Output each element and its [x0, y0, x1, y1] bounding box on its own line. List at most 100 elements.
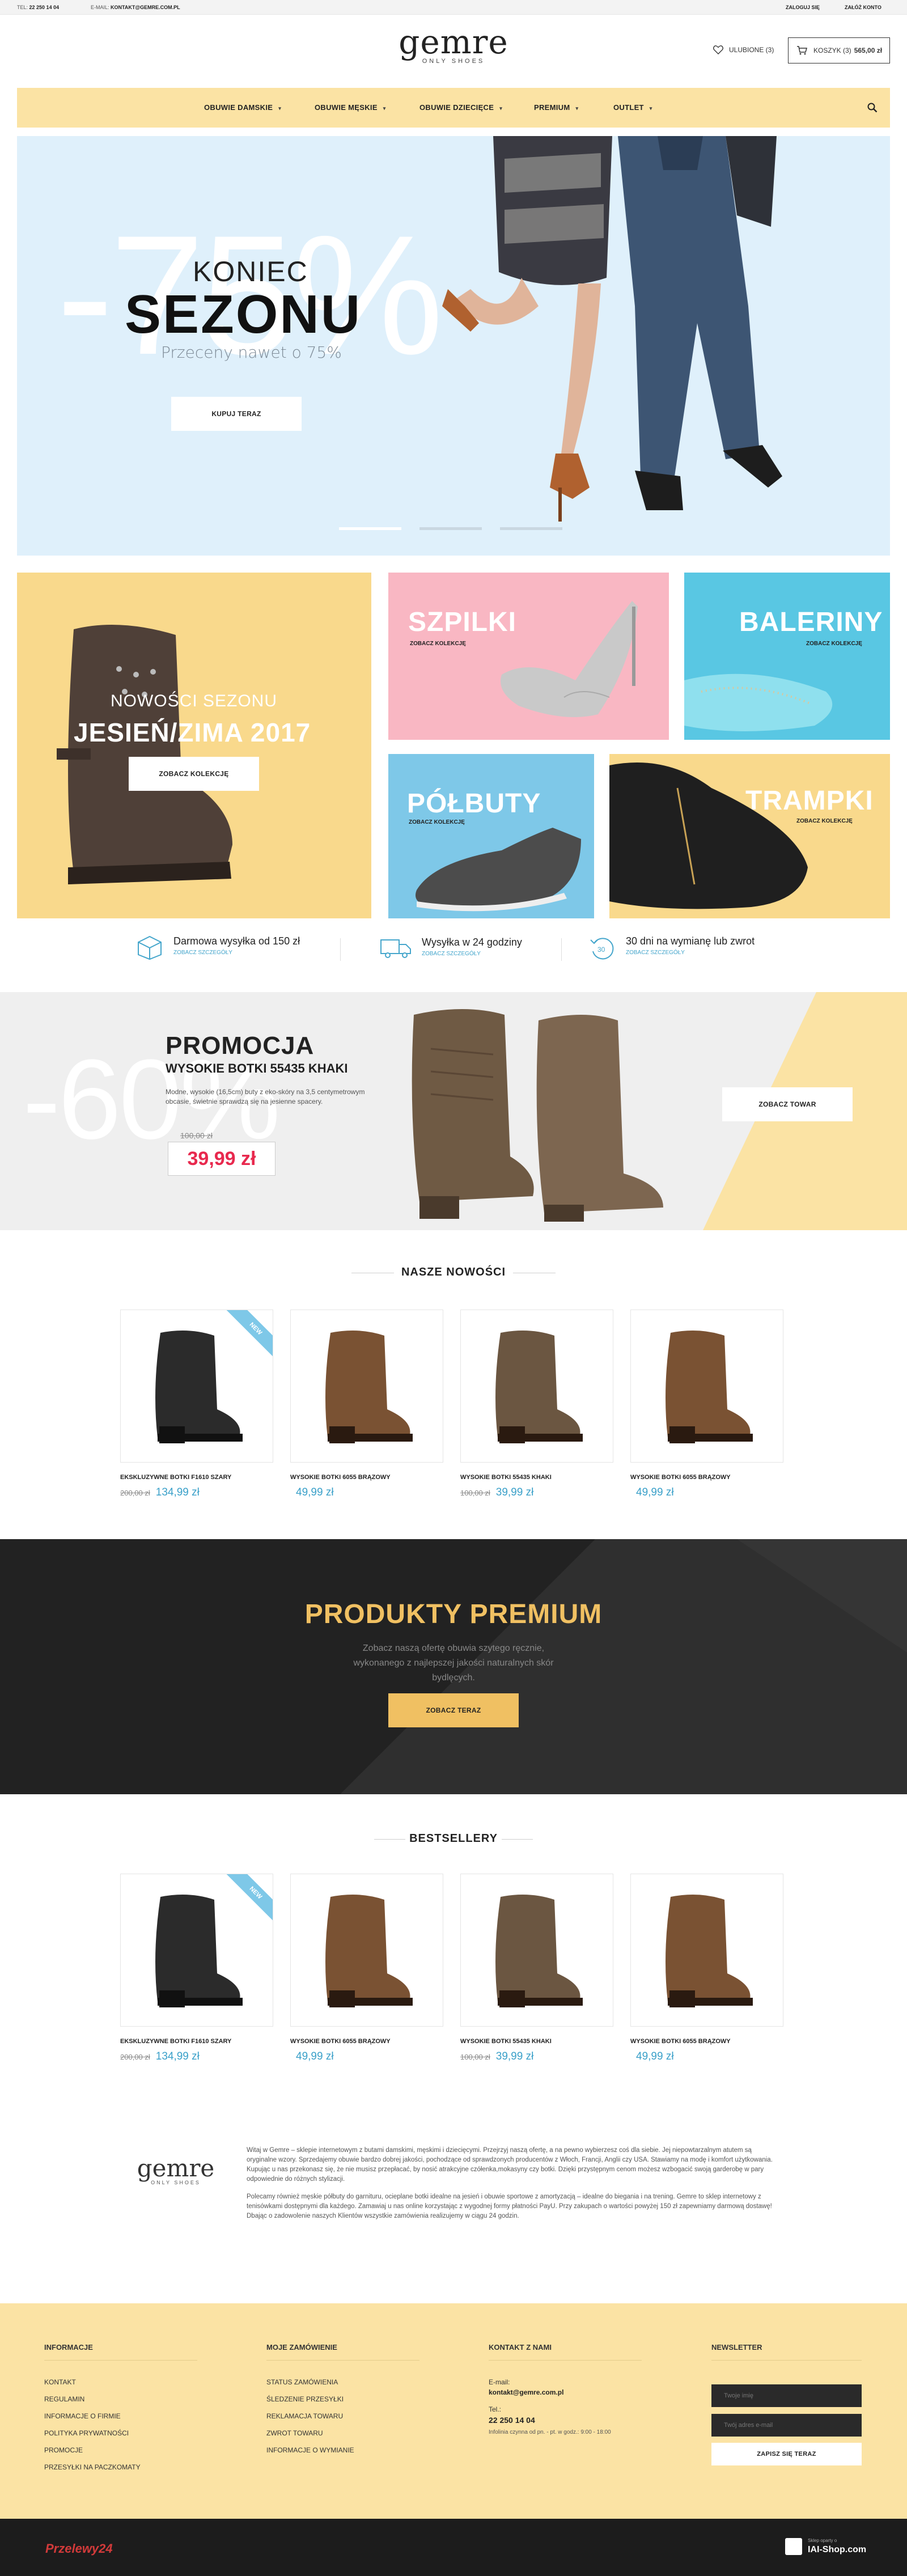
tile-baleriny[interactable]: BALERINY ZOBACZ KOLEKCJĘ [684, 573, 890, 740]
product-card[interactable]: NEW [120, 1874, 273, 2027]
favorites-label: ULUBIONE (3) [729, 46, 774, 54]
tile-polbuty[interactable]: PÓŁBUTY ZOBACZ KOLEKCJĘ [388, 754, 594, 918]
footer-tel[interactable]: 22 250 14 04 [489, 2416, 535, 2425]
benefit-return-title: 30 dni na wymianę lub zwrot [626, 935, 755, 947]
season-collection-button[interactable]: ZOBACZ KOLEKCJĘ [129, 757, 259, 791]
cart-button[interactable]: KOSZYK (3) 565,00 zł [788, 37, 890, 63]
footer-tel-label: Tel.: [489, 2405, 502, 2413]
cart-icon [797, 46, 807, 55]
login-link[interactable]: ZALOGUJ SIĘ [786, 5, 820, 10]
season-tile[interactable]: NOWOŚCI SEZONU JESIEŃ/ZIMA 2017 ZOBACZ K… [17, 573, 371, 918]
product-price-row: 100,00 zł 39,99 zł [460, 1486, 533, 1499]
product-card[interactable] [290, 1310, 443, 1463]
footer-link[interactable]: POLITYKA PRYWATNOŚCI [44, 2429, 129, 2437]
about-paragraph-1: Witaj w Gemre – sklepie internetowym z b… [247, 2147, 773, 2183]
product-image [495, 1895, 583, 2007]
benefit-return-link[interactable]: ZOBACZ SZCZEGÓŁY [626, 950, 755, 956]
nav-item-outlet[interactable]: OUTLET ▾ [613, 103, 652, 112]
tile-trampki[interactable]: TRAMPKI ZOBACZ KOLEKCJĘ [609, 754, 890, 918]
register-link[interactable]: ZAŁÓŻ KONTO [845, 5, 881, 10]
benefit-shipping[interactable]: Darmowa wysyłka od 150 zł ZOBACZ SZCZEGÓ… [136, 935, 300, 960]
email-address: KONTAKT@GEMRE.COM.PL [111, 5, 180, 10]
footer-link[interactable]: STATUS ZAMÓWIENIA [266, 2378, 338, 2386]
premium-section: PRODUKTY PREMIUM Zobacz naszą ofertę obu… [0, 1539, 907, 1794]
cart-label: KOSZYK (3) [813, 46, 851, 54]
search-icon[interactable] [867, 103, 878, 113]
promo-see-button[interactable]: ZOBACZ TOWAR [722, 1087, 853, 1121]
chevron-down-icon: ▾ [278, 105, 282, 111]
benefit-shipping-link[interactable]: ZOBACZ SZCZEGÓŁY [173, 950, 300, 956]
newsletter-subscribe-button[interactable]: ZAPISZ SIĘ TERAZ [711, 2443, 862, 2465]
product-name[interactable]: EKSKLUZYWNE BOTKI F1610 SZARY [120, 1474, 279, 1481]
product-name[interactable]: WYSOKIE BOTKI 6055 BRĄZOWY [630, 1474, 789, 1481]
nav-item-men[interactable]: OBUWIE MĘSKIE ▾ [315, 103, 386, 112]
newsletter-name-input[interactable] [711, 2384, 862, 2407]
favorites-link[interactable]: ULUBIONE (3) [713, 45, 774, 54]
footer-link[interactable]: ŚLEDZENIE PRZESYŁKI [266, 2395, 344, 2403]
benefit-return[interactable]: 30 30 dni na wymianę lub zwrot ZOBACZ SZ… [590, 935, 755, 961]
slider-dot-3[interactable] [500, 527, 562, 530]
product-price: 49,99 zł [296, 1486, 334, 1498]
footer-rule [266, 2360, 419, 2361]
product-card[interactable] [630, 1874, 783, 2027]
product-card[interactable]: NEW [120, 1310, 273, 1463]
product-name[interactable]: WYSOKIE BOTKI 6055 BRĄZOWY [290, 1474, 449, 1481]
heels-image [501, 601, 638, 717]
box-icon [138, 935, 162, 960]
logo-text: gemre [399, 23, 508, 61]
chevron-down-icon: ▾ [499, 105, 503, 111]
footer-contact-title: KONTAKT Z NAMI [489, 2343, 552, 2352]
footer-link[interactable]: INFORMACJE O FIRMIE [44, 2412, 121, 2420]
logo[interactable]: gemre ONLY SHOES [397, 23, 510, 65]
product-name[interactable]: WYSOKIE BOTKI 6055 BRĄZOWY [630, 2038, 789, 2045]
slider-dot-1[interactable] [339, 527, 401, 530]
product-price: 134,99 zł [155, 1486, 200, 1498]
newsletter-email-input[interactable] [711, 2414, 862, 2437]
footer-hours: Infolinia czynna od pn. - pt. w godz.: 9… [489, 2429, 611, 2435]
tile-szpilki[interactable]: SZPILKI ZOBACZ KOLEKCJĘ [388, 573, 669, 740]
season-name: JESIEŃ/ZIMA 2017 [74, 718, 311, 747]
footer-link[interactable]: REKLAMACJA TOWARU [266, 2412, 343, 2420]
nav-item-premium[interactable]: PREMIUM ▾ [534, 103, 578, 112]
footer-rule [711, 2360, 862, 2361]
premium-title: PRODUKTY PREMIUM [304, 1599, 603, 1629]
footer-link[interactable]: PROMOCJE [44, 2446, 83, 2454]
footer-link[interactable]: PRZESYŁKI NA PACZKOMATY [44, 2463, 141, 2471]
product-price-row: 49,99 zł [630, 1486, 674, 1499]
footer-link[interactable]: KONTAKT [44, 2378, 76, 2386]
benefit-24h[interactable]: Wysyłka w 24 godziny ZOBACZ SZCZEGÓŁY [380, 937, 522, 959]
footer-link[interactable]: REGULAMIN [44, 2395, 84, 2403]
footer-logo: gemre ONLY SHOES [130, 2154, 221, 2185]
slider-dot-2[interactable] [419, 527, 482, 530]
product-name[interactable]: WYSOKIE BOTKI 55435 KHAKI [460, 2038, 619, 2045]
product-price-row: 49,99 zł [290, 1486, 334, 1499]
product-price: 49,99 zł [296, 2050, 334, 2062]
promo-description: Modne, wysokie (16,5cm) buty z eko-skóry… [166, 1088, 365, 1105]
nav-item-women[interactable]: OBUWIE DAMSKIE ▾ [204, 103, 281, 112]
product-image [325, 1331, 413, 1443]
product-name[interactable]: WYSOKIE BOTKI 55435 KHAKI [460, 1474, 619, 1481]
footer-email[interactable]: kontakt@gemre.com.pl [489, 2388, 563, 2396]
footer-link[interactable]: ZWROT TOWARU [266, 2429, 323, 2437]
hero-line2: SEZONU [125, 284, 362, 345]
product-card[interactable] [290, 1874, 443, 2027]
section-rule [502, 1839, 533, 1840]
heart-icon [713, 45, 723, 54]
nav-item-kids[interactable]: OBUWIE DZIECIĘCE ▾ [419, 103, 502, 112]
phone-info: TEL: 22 250 14 04 [17, 5, 60, 10]
hero-buy-button[interactable]: KUPUJ TERAZ [171, 397, 302, 431]
product-name[interactable]: WYSOKIE BOTKI 6055 BRĄZOWY [290, 2038, 449, 2045]
premium-see-button[interactable]: ZOBACZ TERAZ [388, 1693, 519, 1727]
tile-polbuty-title: PÓŁBUTY [407, 789, 541, 819]
benefit-24h-link[interactable]: ZOBACZ SZCZEGÓŁY [422, 951, 522, 957]
product-card[interactable] [460, 1310, 613, 1463]
product-card[interactable] [460, 1874, 613, 2027]
product-card[interactable] [630, 1310, 783, 1463]
iai-logo-icon [785, 2538, 802, 2555]
przelewy24-logo[interactable]: Przelewy24 [45, 2541, 113, 2556]
product-name[interactable]: EKSKLUZYWNE BOTKI F1610 SZARY [120, 2038, 279, 2045]
iai-link[interactable]: IAI-Shop.com [808, 2545, 866, 2555]
truck-icon [380, 939, 411, 958]
product-image [666, 1331, 753, 1443]
footer-link[interactable]: INFORMACJE O WYMIANIE [266, 2446, 354, 2454]
